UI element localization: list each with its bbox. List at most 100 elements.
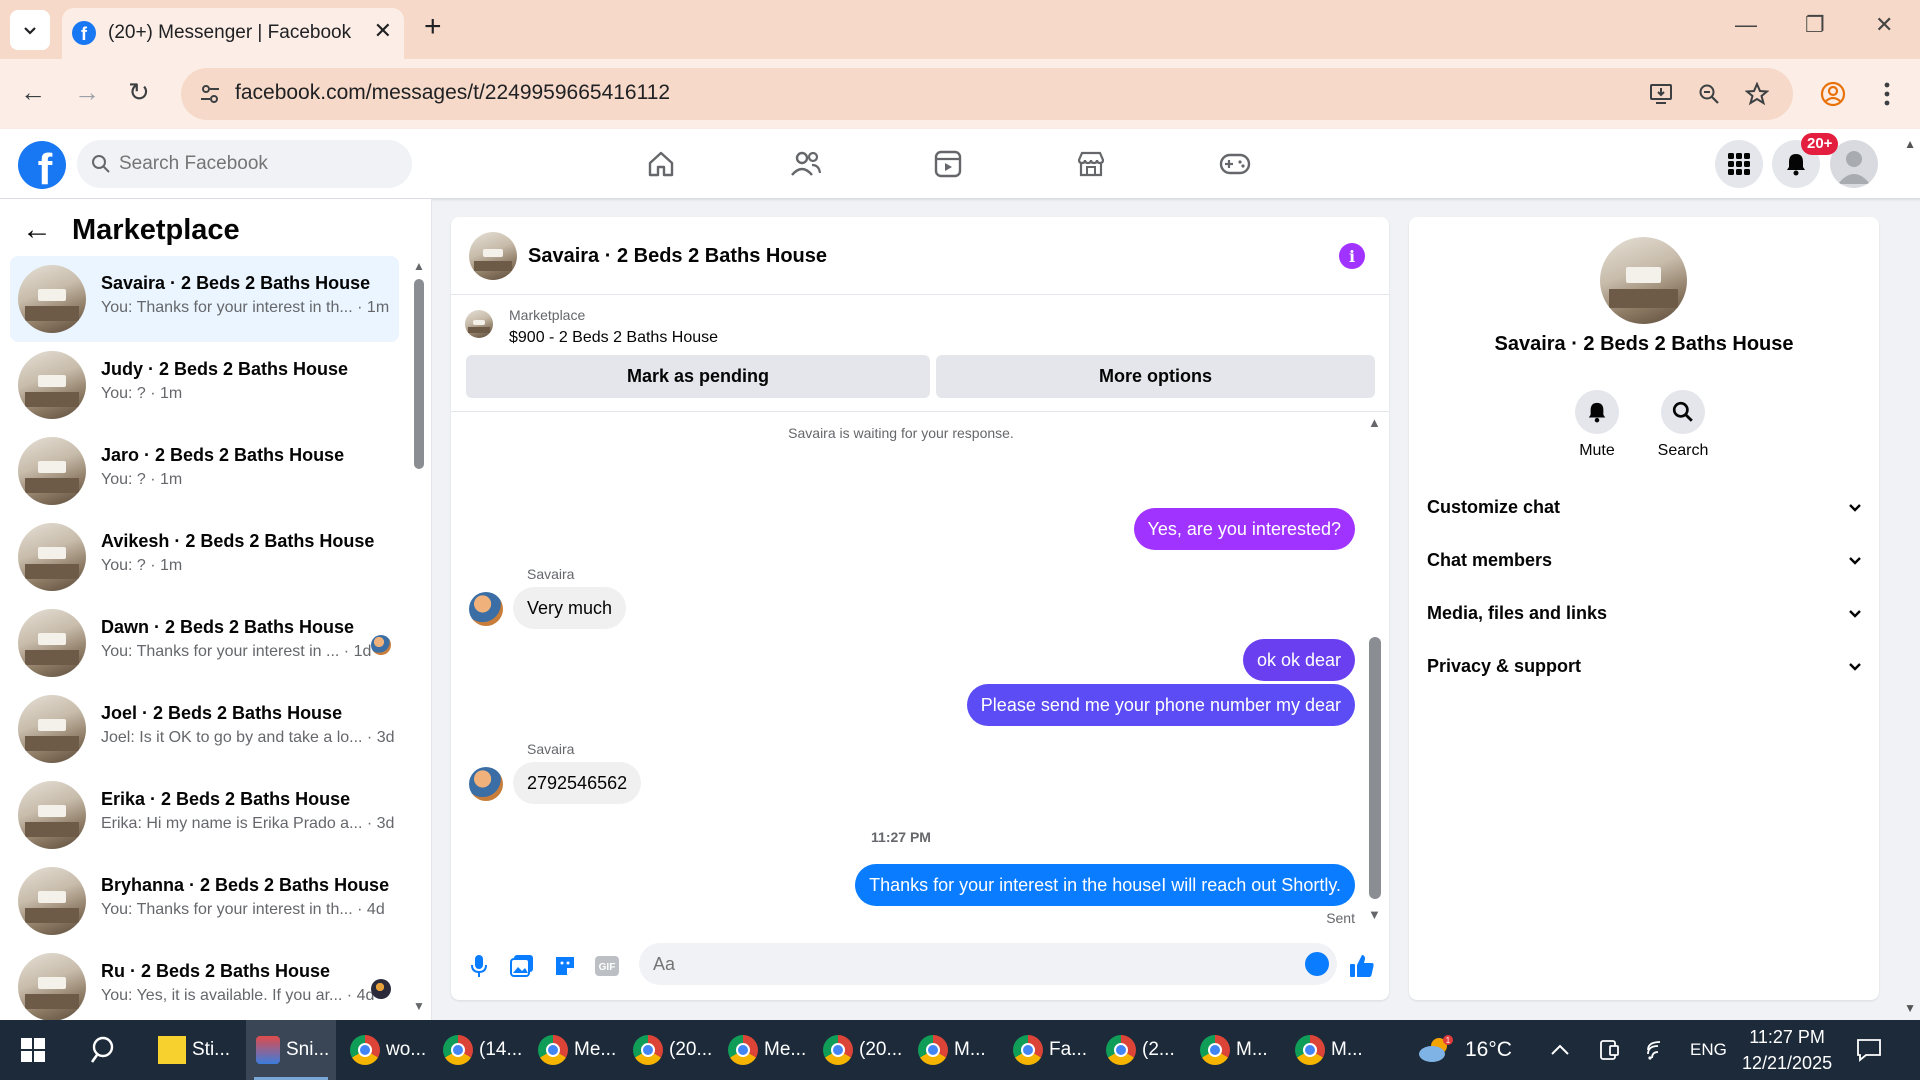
microphone-icon[interactable]	[465, 952, 493, 980]
new-tab-button[interactable]: +	[424, 12, 442, 42]
search-field[interactable]	[77, 140, 412, 188]
bookmark-star-icon[interactable]	[1743, 80, 1771, 108]
menu-kebab-icon[interactable]	[1872, 79, 1902, 109]
page-scroll-down-arrow[interactable]: ▼	[1904, 1001, 1916, 1015]
browser-tabstrip: f (20+) Messenger | Facebook ✕ + — ❐ ✕	[0, 0, 1920, 59]
page-scroll-up-arrow[interactable]: ▲	[1904, 137, 1916, 151]
install-app-icon[interactable]	[1647, 80, 1675, 108]
listing-thumbnail	[18, 953, 86, 1021]
chrome-icon	[633, 1035, 663, 1065]
taskbar-search-button[interactable]	[90, 1020, 120, 1080]
conversation-preview: You: Thanks for your interest in th... ·…	[101, 299, 390, 316]
chrome-icon	[1200, 1035, 1230, 1065]
chrome-icon	[1295, 1035, 1325, 1065]
taskbar-app-chrome[interactable]: (14...	[443, 1020, 522, 1080]
home-icon[interactable]	[644, 147, 678, 181]
taskbar-app-chrome[interactable]: M...	[1200, 1020, 1268, 1080]
reload-button[interactable]: ↻	[128, 77, 150, 108]
address-bar[interactable]: facebook.com/messages/t/2249959665416112	[181, 68, 1793, 120]
taskbar-app-chrome[interactable]: (20...	[633, 1020, 712, 1080]
close-window-button[interactable]: ✕	[1875, 12, 1893, 38]
conversation-item[interactable]: Erika · 2 Beds 2 Baths House Erika: Hi m…	[10, 772, 399, 858]
url-text: facebook.com/messages/t/2249959665416112	[235, 81, 671, 104]
listing-thumbnail	[18, 351, 86, 419]
seen-avatar	[371, 979, 391, 999]
chat-scroll-down[interactable]: ▼	[1368, 907, 1381, 922]
chat-scrollbar[interactable]	[1369, 637, 1381, 899]
weather-widget[interactable]: 1 16°C	[1415, 1020, 1512, 1080]
chat-scroll-up[interactable]: ▲	[1368, 415, 1381, 430]
restore-button[interactable]: ❐	[1805, 12, 1825, 38]
gallery-icon[interactable]	[508, 952, 536, 980]
listing-title[interactable]: $900 - 2 Beds 2 Baths House	[509, 329, 718, 347]
taskbar-app-chrome[interactable]: Fa...	[1013, 1020, 1087, 1080]
sidebar-scroll-down[interactable]: ▼	[413, 999, 425, 1013]
profile-icon[interactable]	[1818, 79, 1848, 109]
taskbar-app-sticky-notes[interactable]: Sti...	[158, 1020, 230, 1080]
system-clock[interactable]: 11:27 PM 12/21/2025	[1742, 1024, 1832, 1076]
forward-button[interactable]: →	[74, 77, 100, 108]
back-arrow-icon[interactable]: ←	[22, 213, 52, 247]
start-button[interactable]	[20, 1020, 46, 1080]
taskbar-app-chrome[interactable]: M...	[1295, 1020, 1363, 1080]
back-button[interactable]: ←	[20, 77, 46, 108]
menu-grid-button[interactable]	[1715, 140, 1763, 188]
info-icon[interactable]: i	[1339, 243, 1365, 269]
friends-icon[interactable]	[789, 147, 823, 181]
marketplace-icon[interactable]	[1074, 147, 1108, 181]
sidebar-scrollbar[interactable]	[414, 279, 424, 469]
search-conversation-button[interactable]: Search	[1643, 390, 1723, 460]
taskbar-app-chrome[interactable]: (2...	[1106, 1020, 1175, 1080]
mute-button[interactable]: Mute	[1557, 390, 1637, 460]
emoji-icon[interactable]	[1305, 952, 1329, 976]
conversation-item[interactable]: Avikesh · 2 Beds 2 Baths House You: ? · …	[10, 514, 399, 600]
sidebar-scroll-up[interactable]: ▲	[413, 259, 425, 273]
gif-icon[interactable]: GIF	[593, 952, 621, 980]
chat-avatar[interactable]	[469, 232, 517, 280]
conversation-item[interactable]: Ru · 2 Beds 2 Baths House You: Yes, it i…	[10, 944, 399, 1030]
more-options-button[interactable]: More options	[936, 355, 1375, 398]
search-input[interactable]	[119, 140, 399, 188]
close-tab-icon[interactable]: ✕	[374, 18, 392, 44]
taskbar-app-chrome[interactable]: M...	[918, 1020, 986, 1080]
conversation-item[interactable]: Bryhanna · 2 Beds 2 Baths House You: Tha…	[10, 858, 399, 944]
sender-name: Savaira	[527, 741, 575, 757]
media-files-links-section[interactable]: Media, files and links	[1427, 593, 1863, 633]
minimize-button[interactable]: —	[1735, 12, 1757, 38]
message-input[interactable]	[653, 943, 1273, 985]
message-composer[interactable]	[639, 943, 1337, 985]
conversation-item[interactable]: Judy · 2 Beds 2 Baths House You: ? · 1m	[10, 342, 399, 428]
conversation-preview: Erika: Hi my name is Erika Prado a... · …	[101, 815, 395, 832]
conversation-item[interactable]: Jaro · 2 Beds 2 Baths House You: ? · 1m	[10, 428, 399, 514]
conversation-item[interactable]: Dawn · 2 Beds 2 Baths House You: Thanks …	[10, 600, 399, 686]
customize-chat-section[interactable]: Customize chat	[1427, 487, 1863, 527]
sticker-icon[interactable]	[551, 952, 579, 980]
video-icon[interactable]	[931, 147, 965, 181]
taskbar-app-snipping-tool[interactable]: Sni...	[246, 1020, 336, 1080]
conversation-preview: You: ? · 1m	[101, 471, 183, 488]
conversation-item[interactable]: Savaira · 2 Beds 2 Baths House You: Than…	[10, 256, 399, 342]
facebook-logo-icon[interactable]: f	[18, 141, 66, 189]
zoom-icon[interactable]	[1695, 80, 1723, 108]
show-hidden-icons[interactable]	[1550, 1020, 1570, 1080]
notification-center-icon[interactable]	[1856, 1020, 1882, 1080]
like-thumb-icon[interactable]	[1348, 952, 1376, 980]
conversation-item[interactable]: Joel · 2 Beds 2 Baths House Joel: Is it …	[10, 686, 399, 772]
taskbar-app-chrome[interactable]: (20...	[823, 1020, 902, 1080]
taskbar-app-chrome[interactable]: Me...	[538, 1020, 616, 1080]
taskbar-app-chrome[interactable]: Me...	[728, 1020, 806, 1080]
language-indicator[interactable]: ENG	[1690, 1020, 1727, 1080]
browser-tab[interactable]: f (20+) Messenger | Facebook ✕	[62, 8, 404, 59]
tab-search-button[interactable]	[10, 10, 50, 50]
conversation-name: Avikesh · 2 Beds 2 Baths House	[101, 531, 375, 551]
mark-as-pending-button[interactable]: Mark as pending	[466, 355, 930, 398]
taskbar-app-chrome[interactable]: wo...	[350, 1020, 426, 1080]
wifi-icon[interactable]	[1646, 1020, 1670, 1080]
privacy-support-section[interactable]: Privacy & support	[1427, 646, 1863, 686]
chat-members-section[interactable]: Chat members	[1427, 540, 1863, 580]
chat-title[interactable]: Savaira · 2 Beds 2 Baths House	[528, 245, 827, 268]
tablet-mode-icon[interactable]	[1598, 1020, 1620, 1080]
gaming-icon[interactable]	[1218, 147, 1252, 181]
site-info-icon[interactable]	[197, 81, 223, 107]
taskbar-app-label: Me...	[574, 1039, 617, 1060]
